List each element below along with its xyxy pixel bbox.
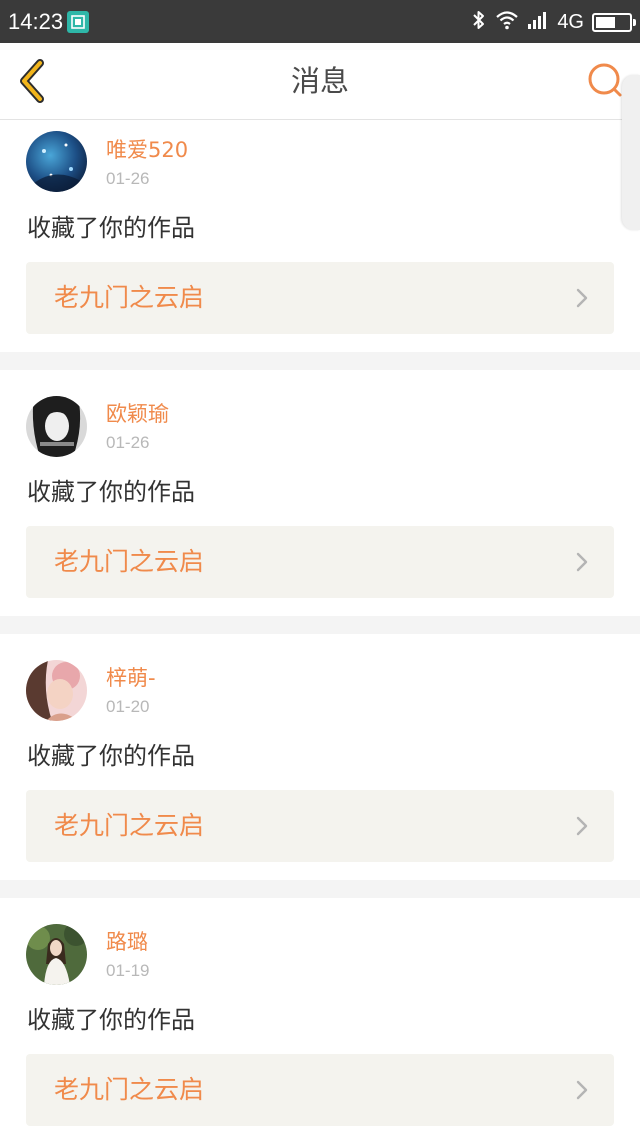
pink-portrait-avatar	[26, 660, 87, 721]
side-drawer-handle[interactable]	[622, 75, 640, 230]
chevron-right-icon	[576, 816, 588, 836]
message-card: 梓萌- 01-20 收藏了你的作品 老九门之云启	[0, 634, 640, 880]
network-type: 4G	[557, 11, 584, 33]
message-text: 收藏了你的作品	[27, 1006, 195, 1034]
message-list: 唯爱520 01-26 收藏了你的作品 老九门之云启 欧颖瑜 01-26 收藏了…	[0, 120, 640, 1138]
work-link[interactable]: 老九门之云启	[26, 790, 614, 862]
message-date: 01-26	[106, 169, 150, 188]
user-name[interactable]: 梓萌-	[106, 665, 156, 691]
user-name[interactable]: 路璐	[106, 929, 148, 955]
chevron-right-icon	[576, 552, 588, 572]
status-indicators: 4G	[471, 8, 636, 36]
work-link[interactable]: 老九门之云启	[26, 262, 614, 334]
message-text: 收藏了你的作品	[27, 742, 195, 770]
message-date: 01-20	[106, 697, 150, 716]
search-button[interactable]	[586, 61, 626, 101]
screenshot-app-icon	[67, 11, 89, 33]
chevron-right-icon	[576, 288, 588, 308]
message-card: 路璐 01-19 收藏了你的作品 老九门之云启	[0, 898, 640, 1138]
bluetooth-icon	[471, 9, 487, 35]
work-title: 老九门之云启	[54, 811, 205, 840]
signal-icon	[527, 10, 549, 34]
message-text: 收藏了你的作品	[27, 214, 195, 242]
search-icon	[588, 63, 622, 97]
avatar[interactable]	[26, 131, 87, 192]
work-title: 老九门之云启	[54, 547, 205, 576]
work-title: 老九门之云启	[54, 1075, 205, 1104]
wifi-icon	[495, 10, 519, 34]
message-card: 欧颖瑜 01-26 收藏了你的作品 老九门之云启	[0, 370, 640, 616]
message-date: 01-19	[106, 961, 150, 980]
page-title: 消息	[290, 64, 349, 98]
status-time: 14:23	[8, 9, 64, 34]
header-bar: 消息	[0, 43, 640, 120]
work-title: 老九门之云启	[54, 283, 205, 312]
user-name[interactable]: 欧颖瑜	[106, 401, 169, 427]
message-card: 唯爱520 01-26 收藏了你的作品 老九门之云启	[0, 120, 640, 352]
battery-level	[596, 16, 615, 28]
avatar[interactable]	[26, 924, 87, 985]
message-date: 01-26	[106, 433, 150, 452]
user-name[interactable]: 唯爱520	[106, 137, 188, 163]
avatar[interactable]	[26, 396, 87, 457]
messages-screen: 14:23 4G 消息 唯爱520 01-26 收藏了你的作品 老九门之云启 欧…	[0, 0, 640, 1138]
battery-icon	[592, 12, 636, 32]
work-link[interactable]: 老九门之云启	[26, 526, 614, 598]
message-text: 收藏了你的作品	[27, 478, 195, 506]
status-bar: 14:23 4G	[0, 0, 640, 43]
chevron-right-icon	[576, 1080, 588, 1100]
work-link[interactable]: 老九门之云启	[26, 1054, 614, 1126]
monochrome-girl-avatar	[26, 396, 87, 457]
avatar[interactable]	[26, 660, 87, 721]
night-sky-avatar	[26, 131, 87, 192]
outdoor-girl-avatar	[26, 924, 87, 985]
